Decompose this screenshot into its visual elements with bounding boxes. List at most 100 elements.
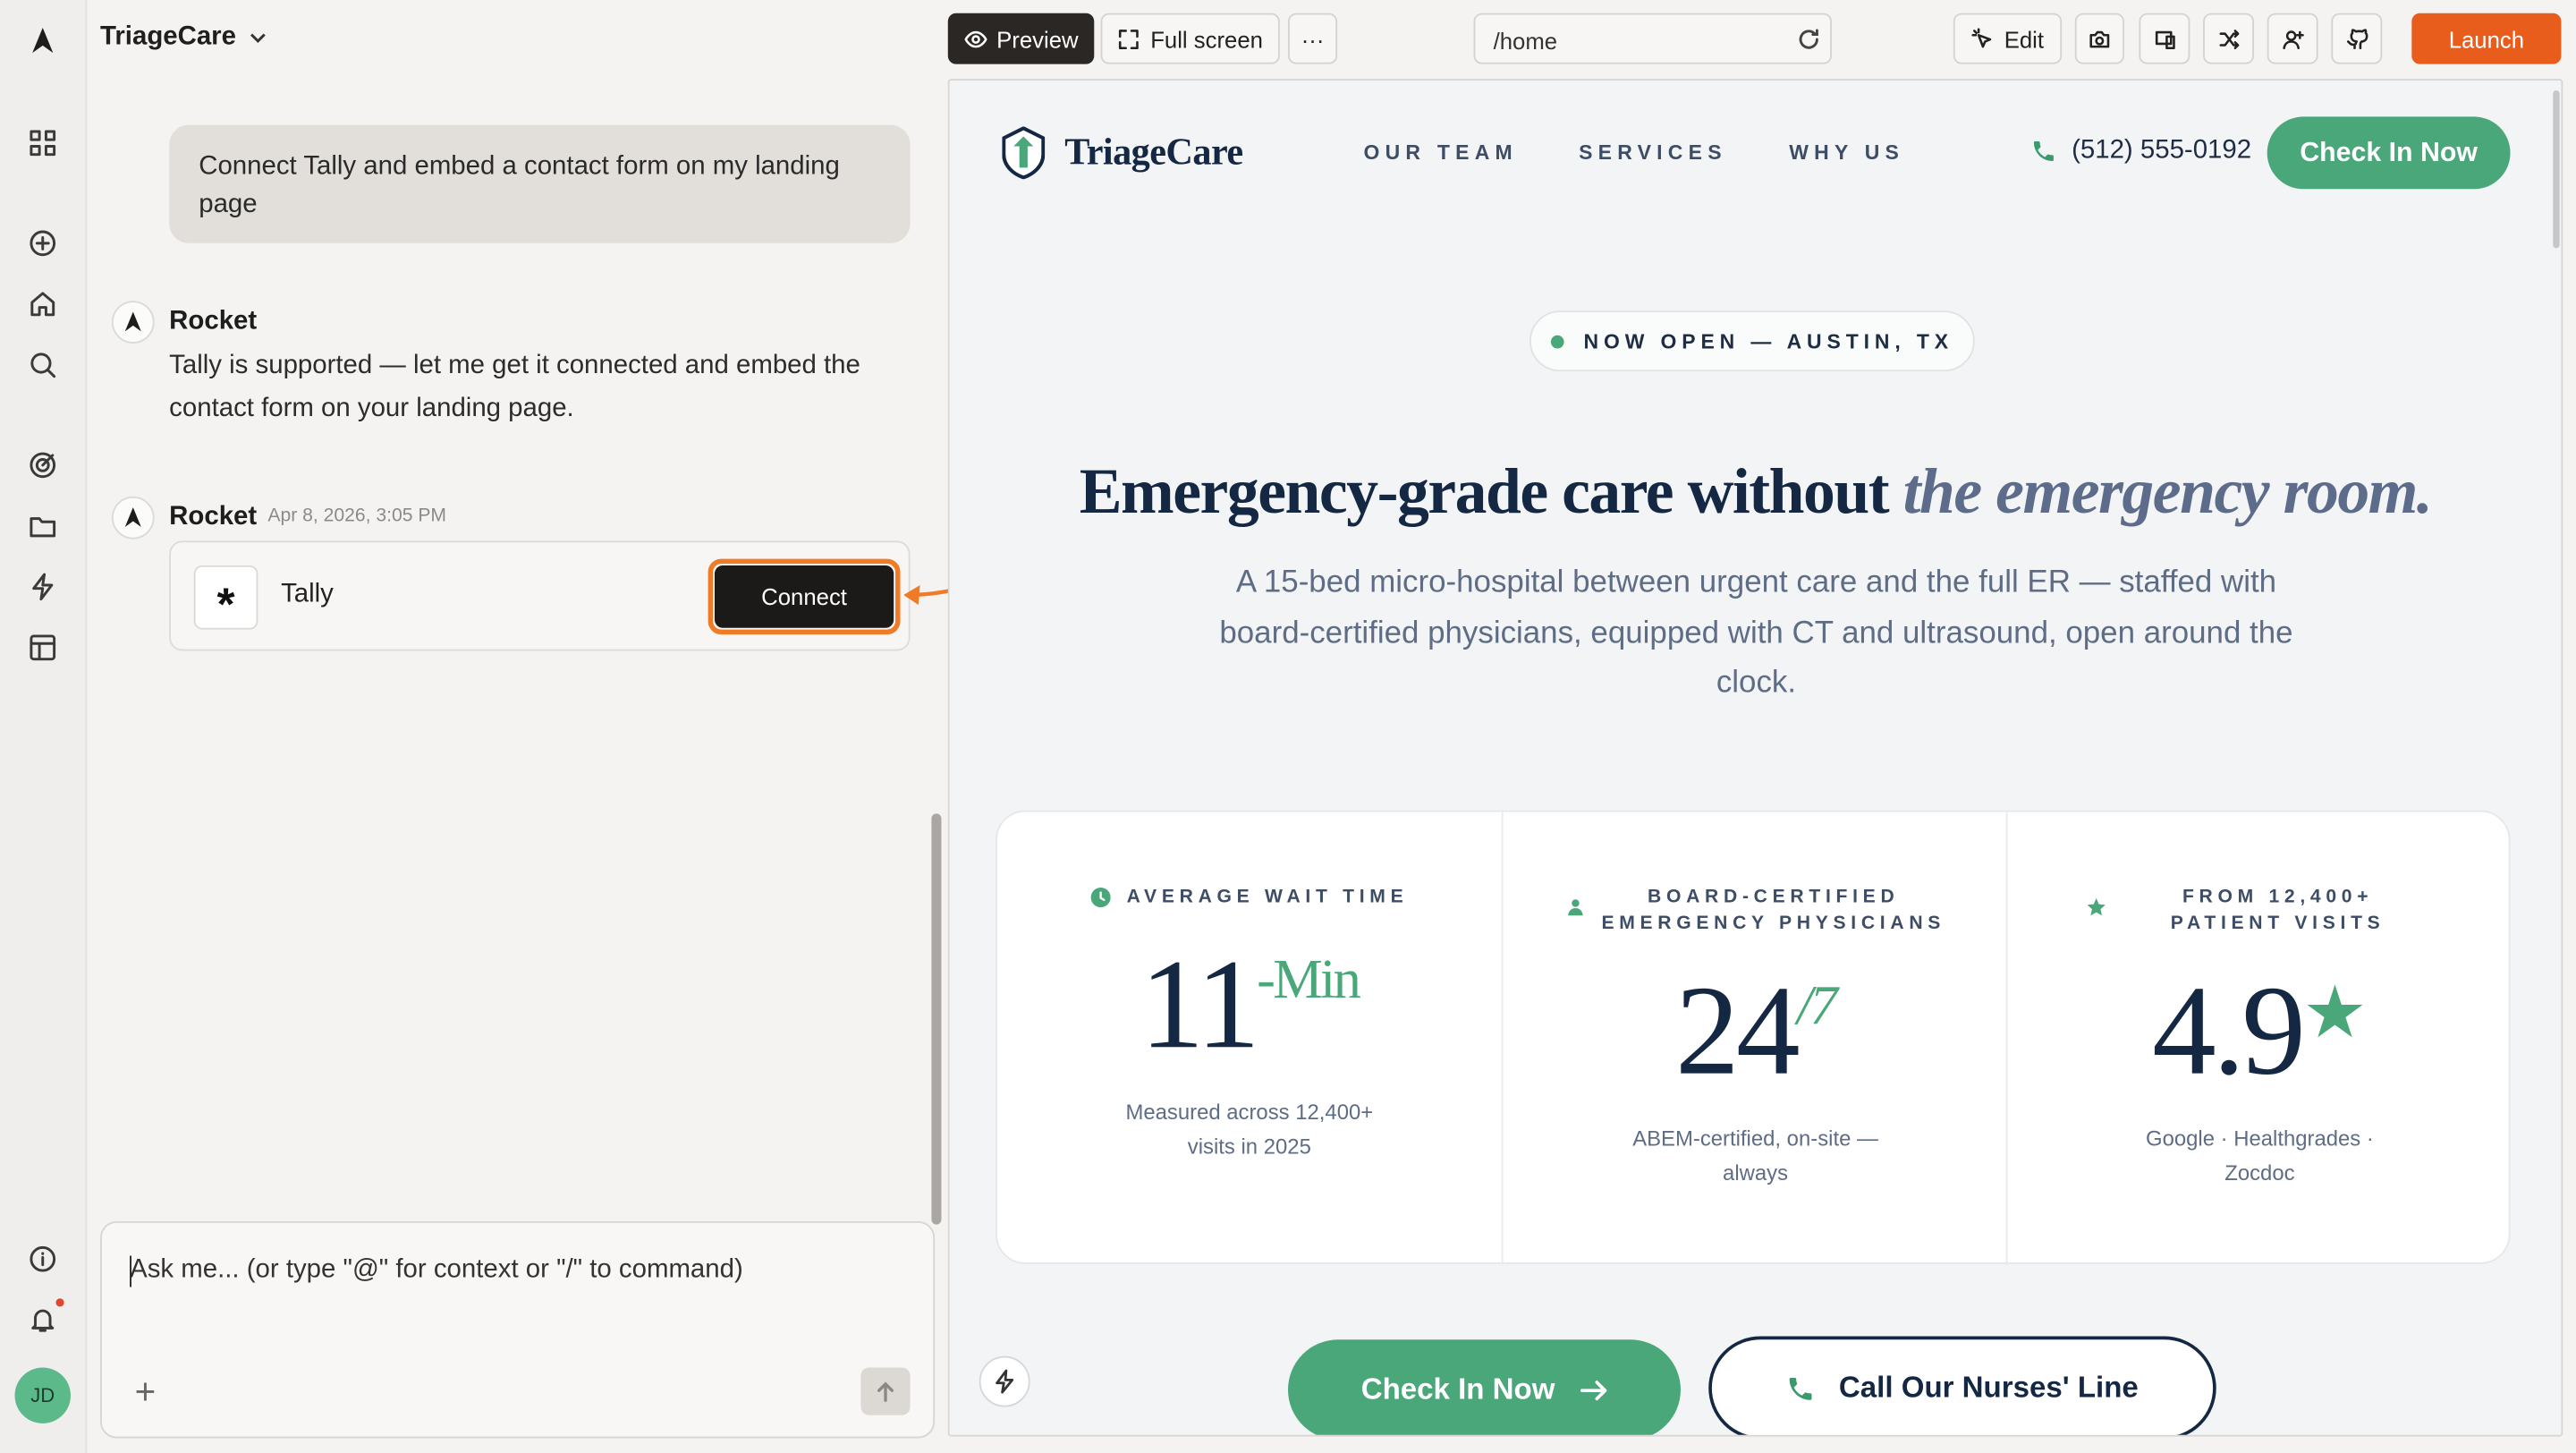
stat-description: Measured across 12,400+ visits in 2025 — [1125, 1100, 1374, 1160]
header-check-in-button[interactable]: Check In Now — [2267, 116, 2511, 190]
phone-link[interactable]: (512) 555-0192 — [2030, 136, 2251, 166]
layout-icon[interactable] — [25, 630, 61, 666]
user-message: Connect Tally and embed a contact form o… — [169, 124, 911, 243]
arrow-right-icon — [1580, 1380, 1606, 1400]
stat-number: 24 — [1675, 958, 1801, 1101]
more-dots-icon: ··· — [1301, 25, 1325, 52]
shuffle-button[interactable] — [2203, 13, 2254, 64]
lightning-icon[interactable] — [25, 569, 61, 605]
send-button[interactable] — [860, 1367, 911, 1415]
nav-services[interactable]: SERVICES — [1579, 141, 1727, 165]
status-dot — [1550, 334, 1564, 348]
hero-headline: Emergency-grade care without the emergen… — [950, 455, 2562, 530]
stat-description: ABEM-certified, on-site — always — [1632, 1126, 1878, 1185]
phone-icon — [1790, 1377, 1813, 1399]
stat-label-text: BOARD-CERTIFIED EMERGENCY PHYSICIANS — [1601, 888, 1946, 934]
project-switcher[interactable]: TriageCare — [100, 23, 269, 53]
integration-card: * Tally Connect — [169, 540, 911, 651]
preview-scrollbar[interactable] — [2553, 90, 2560, 249]
apps-grid-icon[interactable] — [25, 125, 61, 161]
rating-star-icon: ★ — [2302, 971, 2368, 1056]
headline-italic: the emergency room. — [1902, 456, 2433, 528]
screenshot-button[interactable] — [2074, 13, 2124, 64]
check-in-button[interactable]: Check In Now — [1287, 1339, 1681, 1435]
nav-our-team[interactable]: OUR TEAM — [1363, 141, 1517, 165]
shuffle-icon — [2218, 29, 2239, 49]
folder-icon[interactable] — [25, 508, 61, 544]
check-in-label: Check In Now — [1360, 1372, 1555, 1406]
integration-name: Tally — [281, 580, 334, 608]
home-icon[interactable] — [25, 286, 61, 322]
site-preview: TriageCare OUR TEAM SERVICES WHY US (512… — [947, 79, 2563, 1437]
phone-icon — [2033, 140, 2054, 162]
stat-label-text: FROM 12,400+ PATIENT VISITS — [2170, 888, 2385, 934]
stat-label: FROM 12,400+ PATIENT VISITS — [2007, 884, 2512, 937]
connect-button[interactable]: Connect — [714, 565, 894, 628]
stat-label: AVERAGE WAIT TIME — [997, 884, 1502, 910]
attach-plus-icon[interactable]: + — [135, 1373, 157, 1410]
edit-label: Edit — [2004, 25, 2045, 52]
stat-physicians: BOARD-CERTIFIED EMERGENCY PHYSICIANS 24/… — [1501, 811, 2008, 1266]
user-initials: JD — [30, 1383, 55, 1407]
eye-icon — [963, 30, 987, 47]
assistant-name: Rocket — [169, 307, 258, 336]
github-button[interactable] — [2331, 13, 2383, 64]
preview-button[interactable]: Preview — [947, 13, 1095, 64]
stat-suffix: -Min — [1257, 949, 1361, 1011]
chevron-down-icon — [250, 33, 266, 44]
chat-composer[interactable]: Ask me... (or type "@" for context or "/… — [100, 1220, 936, 1439]
chat-panel: TriageCare Connect Tally and embed a con… — [87, 0, 948, 1453]
user-avatar[interactable]: JD — [14, 1367, 71, 1423]
github-icon — [2346, 28, 2368, 49]
rocket-avatar-icon — [111, 496, 155, 540]
info-icon[interactable] — [25, 1241, 61, 1277]
edit-button[interactable]: Edit — [1953, 13, 2063, 64]
launch-button[interactable]: Launch — [2411, 13, 2562, 64]
stat-value: 24/7 — [1504, 956, 2008, 1104]
stat-value: 4.9★ — [2007, 956, 2512, 1104]
refresh-icon[interactable] — [1797, 28, 1820, 51]
stat-number: 4.9 — [2152, 958, 2306, 1101]
cursor-click-icon — [1971, 27, 1992, 47]
preview-label: Preview — [996, 25, 1079, 52]
message-timestamp: Apr 8, 2026, 3:05 PM — [267, 506, 447, 526]
rocket-logo-icon[interactable] — [25, 23, 61, 59]
stat-value: 11-Min — [997, 930, 1502, 1078]
target-icon[interactable] — [25, 447, 61, 483]
composer-placeholder[interactable]: Ask me... (or type "@" for context or "/… — [130, 1256, 743, 1286]
url-bar[interactable]: /home — [1473, 13, 1832, 64]
physician-icon — [1567, 899, 1582, 916]
stat-suffix: /7 — [1796, 976, 1838, 1038]
url-text[interactable]: /home — [1494, 28, 1557, 54]
expand-icon — [1119, 29, 1140, 49]
camera-icon — [2089, 30, 2110, 47]
quick-action-button[interactable] — [979, 1355, 1030, 1407]
stat-description: Google · Healthgrades · Zocdoc — [2145, 1126, 2374, 1185]
fullscreen-label: Full screen — [1150, 25, 1263, 52]
stat-label: BOARD-CERTIFIED EMERGENCY PHYSICIANS — [1504, 884, 2008, 937]
more-options-button[interactable]: ··· — [1287, 13, 1338, 64]
phone-number: (512) 555-0192 — [2072, 136, 2252, 165]
bell-icon[interactable] — [25, 1302, 61, 1338]
search-icon[interactable] — [25, 347, 61, 383]
arrow-up-icon — [877, 1381, 894, 1401]
text-caret — [130, 1255, 131, 1287]
device-toggle-button[interactable] — [2139, 13, 2190, 64]
new-project-icon[interactable] — [25, 225, 61, 261]
project-name: TriageCare — [100, 22, 236, 51]
user-plus-icon — [2282, 30, 2303, 49]
lightning-icon — [996, 1369, 1014, 1394]
fullscreen-button[interactable]: Full screen — [1100, 13, 1280, 64]
invite-user-button[interactable] — [2267, 13, 2318, 64]
site-logo[interactable]: TriageCare — [1002, 126, 1243, 180]
devices-icon — [2154, 30, 2174, 49]
stat-label-text: AVERAGE WAIT TIME — [1126, 888, 1409, 908]
stats-card: AVERAGE WAIT TIME 11-Min Measured across… — [996, 810, 2512, 1266]
assistant-name: Rocket — [169, 503, 258, 531]
site-brand: TriageCare — [1064, 131, 1243, 173]
nav-why-us[interactable]: WHY US — [1789, 141, 1904, 165]
chat-scrollbar[interactable] — [931, 813, 942, 1225]
badge-text: NOW OPEN — AUSTIN, TX — [1583, 329, 1953, 353]
assistant-reply: Tally is supported — let me get it conne… — [169, 352, 860, 423]
call-nurses-button[interactable]: Call Our Nurses' Line — [1708, 1336, 2216, 1435]
